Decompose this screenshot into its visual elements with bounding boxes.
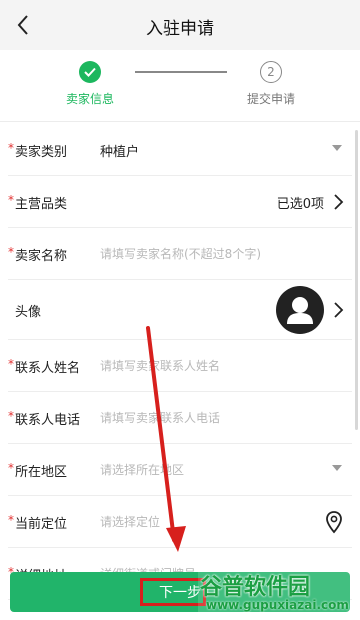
dropdown-triangle-icon[interactable] — [332, 145, 342, 151]
step-2-label: 提交申请 — [246, 92, 295, 106]
required-mark: * — [8, 513, 14, 527]
avatar-row[interactable]: 头像 — [8, 280, 352, 340]
dropdown-triangle-icon[interactable] — [332, 465, 342, 471]
app-header: 入驻申请 — [0, 0, 360, 50]
required-mark: * — [8, 245, 14, 259]
watermark-url: www.gupuxiazai.com — [206, 598, 349, 612]
seller-name-row: * 卖家名称 请填写卖家名称(不超过8个字) — [8, 228, 352, 280]
seller-name-input[interactable]: 请填写卖家名称(不超过8个字) — [100, 245, 261, 262]
watermark-logo: 谷普软件园 — [200, 575, 311, 600]
required-mark: * — [8, 357, 14, 371]
avatar[interactable] — [276, 286, 324, 334]
location-pin-icon[interactable] — [324, 510, 344, 534]
contact-phone-input[interactable]: 请填写卖家联系人电话 — [100, 409, 220, 426]
step-1-label: 卖家信息 — [65, 92, 114, 106]
contact-name-input[interactable]: 请填写卖家联系人姓名 — [100, 357, 220, 374]
chevron-right-icon[interactable] — [330, 300, 346, 320]
scrollbar[interactable] — [355, 130, 358, 430]
region-row[interactable]: * 所在地区 请选择所在地区 — [8, 444, 352, 496]
main-category-row[interactable]: * 主营品类 已选0项 — [8, 176, 352, 228]
required-mark: * — [8, 141, 14, 155]
annotation-highlight-box — [140, 578, 206, 606]
required-mark: * — [8, 409, 14, 423]
step-connector — [135, 71, 227, 73]
contact-name-row: * 联系人姓名 请填写卖家联系人姓名 — [8, 340, 352, 392]
seller-type-label: 卖家类别 — [15, 145, 68, 160]
contact-phone-label: 联系人电话 — [15, 413, 81, 428]
required-mark: * — [8, 193, 14, 207]
region-select[interactable]: 请选择所在地区 — [100, 461, 184, 478]
step-1-check-icon — [79, 61, 101, 83]
watermark: 谷普软件园 www.gupuxiazai.com — [198, 566, 360, 620]
location-row[interactable]: * 当前定位 请选择定位 — [8, 496, 352, 548]
seller-form: * 卖家类别 种植户 * 主营品类 已选0项 * 卖家名称 请填写卖家名称(不超… — [0, 124, 360, 600]
user-silhouette-icon — [287, 297, 313, 324]
main-category-value[interactable]: 已选0项 — [277, 193, 324, 212]
location-select[interactable]: 请选择定位 — [100, 513, 160, 530]
step-indicator: 2 卖家信息 提交申请 — [0, 50, 360, 122]
chevron-right-icon[interactable] — [330, 192, 346, 212]
location-label: 当前定位 — [15, 517, 68, 532]
page-title: 入驻申请 — [146, 19, 214, 39]
step-2-number: 2 — [260, 61, 282, 83]
avatar-label: 头像 — [15, 305, 42, 320]
contact-name-label: 联系人姓名 — [15, 361, 81, 376]
contact-phone-row: * 联系人电话 请填写卖家联系人电话 — [8, 392, 352, 444]
seller-type-row[interactable]: * 卖家类别 种植户 — [8, 124, 352, 176]
main-category-label: 主营品类 — [15, 197, 68, 212]
seller-type-value[interactable]: 种植户 — [100, 141, 139, 160]
region-label: 所在地区 — [15, 465, 68, 480]
required-mark: * — [8, 461, 14, 475]
seller-name-label: 卖家名称 — [15, 249, 68, 264]
